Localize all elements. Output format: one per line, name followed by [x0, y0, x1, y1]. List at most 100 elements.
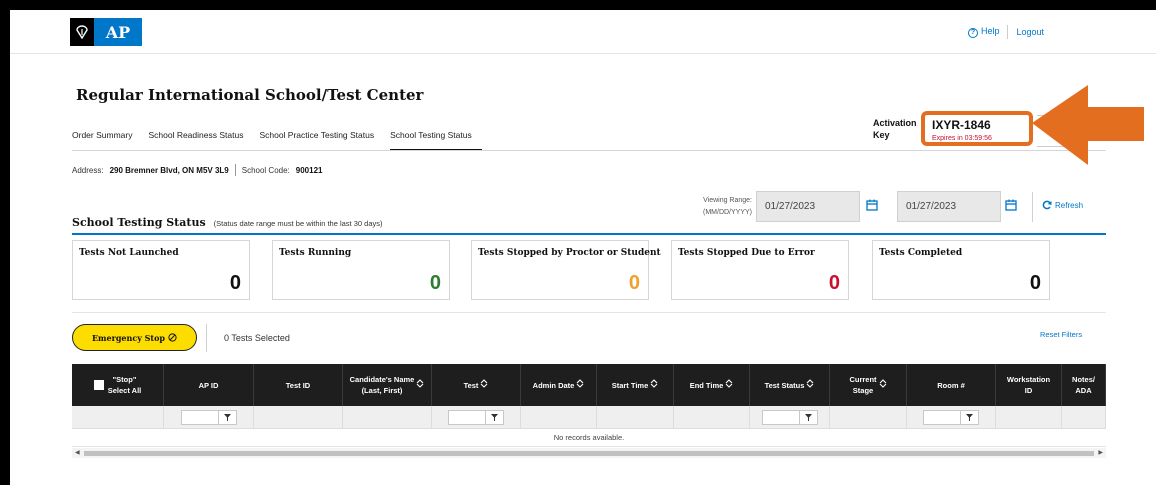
help-link[interactable]: ? Help [967, 26, 1000, 38]
column-header-admin-date[interactable]: Admin Date [521, 364, 597, 406]
filter-cell [907, 406, 996, 428]
end-date-input[interactable]: 01/27/2023 [897, 191, 1001, 222]
column-header-text: Test ID [285, 380, 311, 390]
tile-label: Tests Running [279, 248, 352, 258]
activation-key-card: IXYR-1846 Expires in 03:59:56 [921, 111, 1033, 146]
reset-filters-link[interactable]: Reset Filters [1040, 330, 1082, 339]
filter-cell [674, 406, 750, 428]
tab-school-testing-status[interactable]: School Testing Status [390, 130, 482, 151]
calendar-icon[interactable] [1005, 199, 1017, 211]
column-header-text: End Time [689, 380, 724, 390]
school-code-value: 900121 [295, 165, 323, 175]
column-header-text: Test [463, 380, 479, 390]
calendar-icon[interactable] [866, 199, 878, 211]
filter-input[interactable] [180, 409, 237, 425]
ap-logo[interactable]: AP [70, 18, 142, 46]
start-date-input[interactable]: 01/27/2023 [756, 191, 860, 222]
viewing-range-label-2: (MM/DD/YYYY) [703, 209, 752, 216]
filter-input[interactable] [761, 409, 818, 425]
ap-logo-text: AP [94, 18, 142, 46]
filter-icon[interactable] [798, 410, 817, 424]
column-header-text: Room # [937, 380, 965, 390]
tab-school-practice-testing-status[interactable]: School Practice Testing Status [259, 130, 384, 151]
school-address-bar: Address: 290 Bremner Blvd, ON M5V 3L9 Sc… [72, 164, 322, 176]
logout-link[interactable]: Logout [1016, 27, 1044, 37]
refresh-icon [1042, 200, 1052, 210]
filter-input[interactable] [923, 409, 979, 425]
sort-icon[interactable] [650, 379, 658, 391]
column-header-text: Notes/ADA [1072, 375, 1095, 395]
section-heading: School Testing Status (Status date range… [72, 216, 382, 229]
filter-cell [830, 406, 907, 428]
activation-key-value: IXYR-1846 [932, 118, 991, 132]
tab-order-summary[interactable]: Order Summary [72, 130, 142, 151]
filter-icon[interactable] [960, 410, 978, 424]
sort-icon[interactable] [416, 379, 424, 391]
sort-icon[interactable] [725, 379, 733, 391]
emergency-stop-button[interactable]: Emergency Stop [72, 324, 197, 351]
column-header-text: AP ID [198, 380, 219, 390]
column-header-end-time[interactable]: End Time [674, 364, 750, 406]
filter-icon[interactable] [485, 410, 503, 424]
orange-arrow-icon [1032, 85, 1144, 165]
filter-input[interactable] [448, 409, 504, 425]
page-title: Regular International School/Test Center [76, 86, 424, 104]
column-header-stop-select-all: "Stop" Select All [72, 364, 164, 406]
status-tile-tests-stopped-by-proctor-or-student: Tests Stopped by Proctor or Student 0 [471, 240, 661, 300]
school-code-label: School Code: [241, 165, 290, 175]
activation-key-label: Activation Key [873, 117, 917, 141]
divider [1007, 25, 1009, 39]
activation-label-line1: Activation [873, 118, 917, 128]
testing-status-table: "Stop" Select All AP ID Test ID Candidate's … [72, 364, 1106, 458]
sort-icon[interactable] [480, 379, 488, 391]
column-header-text: "Stop" Select All [107, 375, 142, 395]
filter-row [72, 406, 1106, 429]
refresh-label: Refresh [1055, 200, 1084, 210]
tile-count: 0 [429, 272, 441, 294]
tabs-divider [72, 150, 1106, 151]
status-tile-tests-stopped-due-to-error: Tests Stopped Due to Error 0 [671, 240, 849, 300]
address-label: Address: [72, 165, 104, 175]
sort-icon[interactable] [879, 379, 887, 391]
scroll-left-icon[interactable]: ◀ [75, 449, 80, 456]
column-header-text: Candidate's Name (Last, First) [349, 375, 415, 395]
table-header: "Stop" Select All AP ID Test ID Candidate's … [72, 364, 1106, 406]
horizontal-scrollbar[interactable]: ◀ ▶ [72, 448, 1106, 458]
nav-tabs: Order Summary School Readiness Status Scho… [72, 130, 488, 151]
scrollbar-thumb[interactable] [84, 451, 1094, 456]
prohibit-icon [168, 333, 177, 342]
filter-cell [996, 406, 1062, 428]
tab-school-readiness-status[interactable]: School Readiness Status [148, 130, 253, 151]
viewing-range-label-1: Viewing Range: [703, 197, 752, 204]
column-header-test[interactable]: Test [432, 364, 521, 406]
column-header-start-time[interactable]: Start Time [597, 364, 674, 406]
college-board-acorn-icon [70, 18, 94, 46]
refresh-button[interactable]: Refresh [1042, 200, 1083, 210]
help-icon: ? [967, 28, 978, 38]
filter-cell [1062, 406, 1106, 428]
tile-label: Tests Stopped by Proctor or Student [478, 248, 661, 258]
filter-cell [597, 406, 674, 428]
tile-label: Tests Completed [879, 248, 963, 258]
sort-icon[interactable] [576, 379, 584, 391]
sort-icon[interactable] [806, 379, 814, 391]
column-header-current-stage[interactable]: Current Stage [830, 364, 907, 406]
column-header-text: Workstation ID [1006, 375, 1051, 395]
help-label: Help [980, 26, 1000, 36]
select-all-checkbox[interactable] [93, 380, 104, 390]
scroll-right-icon[interactable]: ▶ [1098, 449, 1103, 456]
filter-cell [72, 406, 164, 428]
top-links: ? Help Logout [967, 25, 1044, 39]
column-header-test-status[interactable]: Test Status [750, 364, 830, 406]
tile-count: 0 [1029, 272, 1041, 294]
column-header-test-id: Test ID [254, 364, 343, 406]
address-value: 290 Bremner Blvd, ON M5V 3L9 [109, 165, 229, 175]
section-title: School Testing Status [72, 216, 206, 229]
filter-icon[interactable] [217, 410, 236, 424]
tests-selected-count: 0 Tests Selected [224, 333, 290, 343]
column-header-ap-id: AP ID [164, 364, 254, 406]
column-header-candidate-s-name-last-first[interactable]: Candidate's Name (Last, First) [343, 364, 432, 406]
divider [1032, 192, 1033, 222]
column-header-text: Test Status [764, 380, 805, 390]
divider [234, 164, 236, 176]
